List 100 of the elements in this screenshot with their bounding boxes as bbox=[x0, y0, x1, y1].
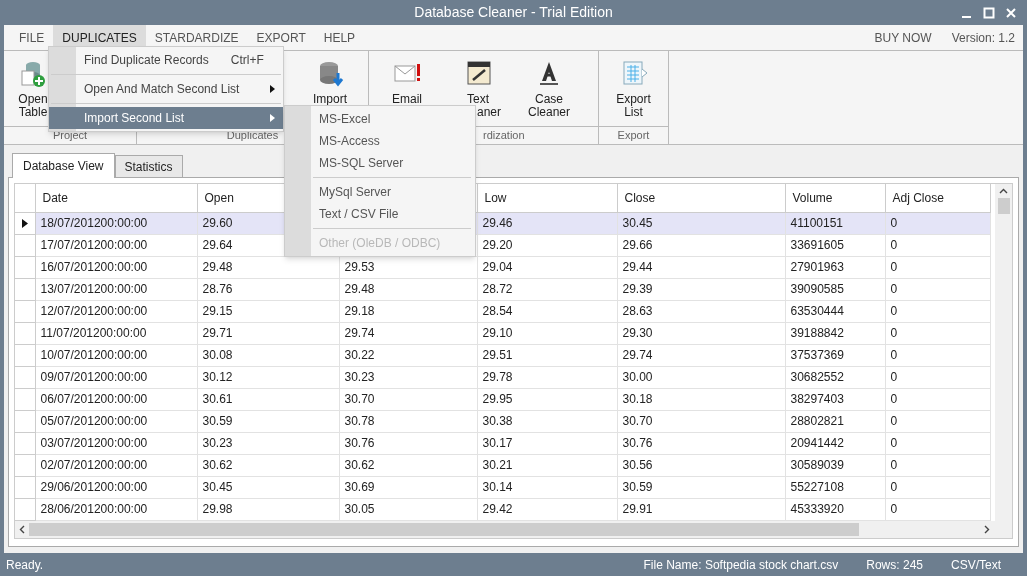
table-cell: 28.72 bbox=[477, 278, 617, 300]
table-cell: 30.21 bbox=[477, 454, 617, 476]
table-cell: 30.70 bbox=[617, 410, 785, 432]
table-cell: 12/07/201200:00:00 bbox=[35, 300, 197, 322]
table-cell: 10/07/201200:00:00 bbox=[35, 344, 197, 366]
buy-now-link[interactable]: BUY NOW bbox=[872, 28, 934, 47]
table-cell: 29.15 bbox=[197, 300, 339, 322]
table-cell: 28/06/201200:00:00 bbox=[35, 498, 197, 520]
table-cell: 29.42 bbox=[477, 498, 617, 520]
table-cell: 30.62 bbox=[339, 454, 477, 476]
version-label: Version: 1.2 bbox=[951, 29, 1015, 47]
table-cell: 29/06/201200:00:00 bbox=[35, 476, 197, 498]
table-cell: 28.63 bbox=[617, 300, 785, 322]
row-pointer-icon bbox=[21, 219, 28, 229]
table-cell: 29.51 bbox=[477, 344, 617, 366]
table-cell: 29.98 bbox=[197, 498, 339, 520]
ribbon-button[interactable]: Export List bbox=[604, 51, 663, 126]
table-cell: 30.22 bbox=[339, 344, 477, 366]
table-cell: 29.30 bbox=[617, 322, 785, 344]
window-title: Database Cleaner - Trial Edition bbox=[414, 3, 613, 22]
table-cell: 30.23 bbox=[197, 432, 339, 454]
table-cell: 30.14 bbox=[477, 476, 617, 498]
menu-item[interactable]: Import Second List bbox=[49, 107, 283, 129]
row-count-label: Rows: 245 bbox=[866, 556, 923, 574]
ribbon-group-label: rdization bbox=[483, 128, 525, 144]
chevron-left-icon[interactable] bbox=[19, 524, 25, 534]
table-cell: 28.54 bbox=[477, 300, 617, 322]
table-cell: 29.44 bbox=[617, 256, 785, 278]
menu-item[interactable]: HELP bbox=[314, 25, 365, 50]
table-cell: 30.45 bbox=[197, 476, 339, 498]
menu-item[interactable]: STARDARDIZE bbox=[145, 25, 248, 50]
table-cell: 09/07/201200:00:00 bbox=[35, 366, 197, 388]
table-cell: 29.39 bbox=[617, 278, 785, 300]
table-cell: 13/07/201200:00:00 bbox=[35, 278, 197, 300]
table-cell: 29.74 bbox=[617, 344, 785, 366]
column-header[interactable]: Close bbox=[617, 184, 785, 212]
table-cell: 29.95 bbox=[477, 388, 617, 410]
menu-item[interactable]: Find Duplicate Records Ctrl+F bbox=[49, 49, 283, 71]
close-icon[interactable] bbox=[1005, 6, 1017, 19]
menu-item[interactable]: Open And Match Second List bbox=[49, 78, 283, 100]
table-cell: 28.76 bbox=[197, 278, 339, 300]
table-cell: 30.62 bbox=[197, 454, 339, 476]
maximize-icon[interactable] bbox=[983, 6, 995, 19]
file-name-label: File Name: Softpedia stock chart.csv bbox=[643, 556, 839, 574]
table-cell: 02/07/201200:00:00 bbox=[35, 454, 197, 476]
table-cell: 30.56 bbox=[617, 454, 785, 476]
table-cell: 17/07/201200:00:00 bbox=[35, 234, 197, 256]
menu-item[interactable]: MS-SQL Server bbox=[285, 152, 475, 174]
table-cell: 29.66 bbox=[617, 234, 785, 256]
vertical-scrollbar[interactable] bbox=[995, 184, 1012, 521]
chevron-right-icon[interactable] bbox=[984, 524, 990, 534]
submenu-arrow-icon bbox=[270, 114, 275, 122]
table-cell: 30.78 bbox=[339, 410, 477, 432]
scrollbar-thumb[interactable] bbox=[29, 522, 859, 536]
format-label: CSV/Text bbox=[951, 556, 1001, 574]
table-cell: 30.00 bbox=[617, 366, 785, 388]
table-cell: 29.91 bbox=[617, 498, 785, 520]
menu-item[interactable]: FILE bbox=[10, 25, 54, 50]
table-cell: 29.18 bbox=[339, 300, 477, 322]
table-cell: 30.38 bbox=[477, 410, 617, 432]
column-header[interactable]: Low bbox=[477, 184, 617, 212]
table-cell: 29.04 bbox=[477, 256, 617, 278]
tab[interactable]: Statistics bbox=[114, 155, 183, 177]
table-cell: 30.45 bbox=[617, 212, 785, 234]
notepad-pencil-icon bbox=[464, 59, 492, 87]
ribbon-group-label: Duplicates bbox=[226, 128, 279, 144]
table-cell: 30.17 bbox=[477, 432, 617, 454]
table-cell: 03/07/201200:00:00 bbox=[35, 432, 197, 454]
tab[interactable]: Database View bbox=[12, 153, 115, 178]
ribbon-button[interactable]: Case Cleaner bbox=[516, 51, 582, 126]
table-cell: 30.59 bbox=[617, 476, 785, 498]
table-cell: 11/07/201200:00:00 bbox=[35, 322, 197, 344]
table-cell: 05/07/201200:00:00 bbox=[35, 410, 197, 432]
table-cell: 29.78 bbox=[477, 366, 617, 388]
chevron-up-icon[interactable] bbox=[999, 188, 1008, 194]
column-header[interactable]: Date bbox=[35, 184, 197, 212]
table-cell: 29.10 bbox=[477, 322, 617, 344]
table-cell: 30.59 bbox=[197, 410, 339, 432]
table-cell: 30.23 bbox=[339, 366, 477, 388]
column-header[interactable]: Adj Close bbox=[885, 184, 990, 212]
table-cell: 30.69 bbox=[339, 476, 477, 498]
table-cell: 29.53 bbox=[339, 256, 477, 278]
table-cell: 29.48 bbox=[197, 256, 339, 278]
table-cell: 06/07/201200:00:00 bbox=[35, 388, 197, 410]
table-cell: 30.12 bbox=[197, 366, 339, 388]
table-cell: 29.71 bbox=[197, 322, 339, 344]
table-cell: 29.20 bbox=[477, 234, 617, 256]
table-cell: 30.76 bbox=[339, 432, 477, 454]
table-cell: 30.61 bbox=[197, 388, 339, 410]
table-cell: 18/07/201200:00:00 bbox=[35, 212, 197, 234]
table-cell: 30.70 bbox=[339, 388, 477, 410]
scrollbar-thumb[interactable] bbox=[997, 198, 1010, 214]
table-cell: 30.08 bbox=[197, 344, 339, 366]
table-cell: 30.05 bbox=[339, 498, 477, 520]
table-cell: 30.76 bbox=[617, 432, 785, 454]
column-header[interactable]: Volume bbox=[785, 184, 885, 212]
submenu-arrow-icon bbox=[270, 85, 275, 93]
table-cell: 29.46 bbox=[477, 212, 617, 234]
menu-item[interactable]: EXPORT bbox=[247, 25, 315, 50]
menu-item[interactable]: MS-Access bbox=[285, 130, 475, 152]
